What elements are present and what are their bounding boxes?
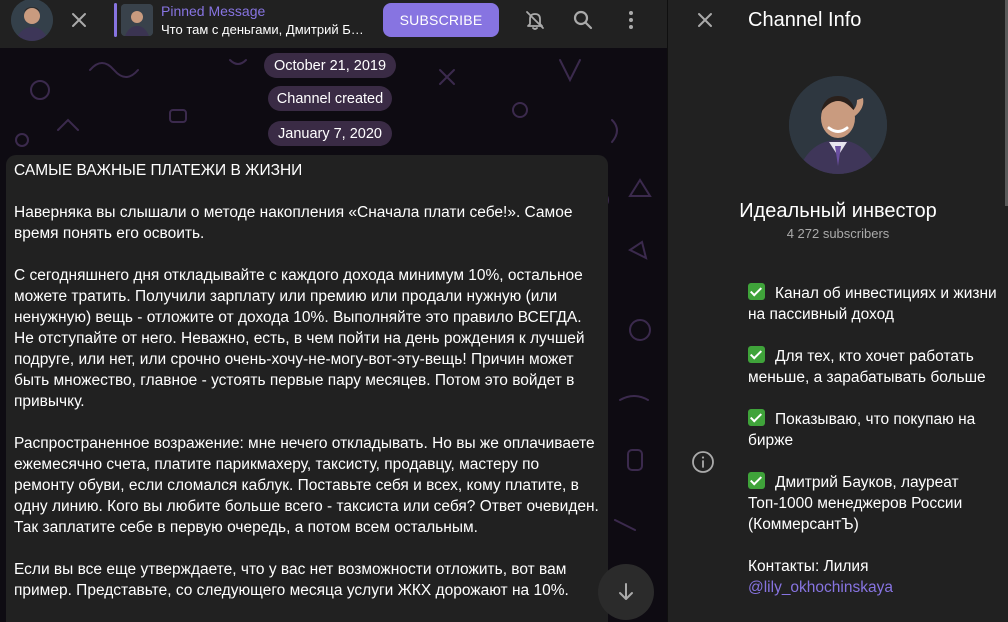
channel-avatar-image: [789, 76, 887, 174]
pinned-indicator-bar: [114, 3, 117, 37]
description-item: Дмитрий Бауков, лауреат Топ-1000 менедже…: [748, 472, 998, 535]
check-emoji-icon: [748, 346, 765, 363]
date-separator: January 7, 2020: [268, 121, 392, 146]
chat-header: Pinned Message Что там с деньгами, Дмитр…: [0, 0, 667, 48]
channel-info-panel: Channel Info Идеальный инвестор 4 272 su…: [668, 0, 1008, 622]
service-message: Channel created: [268, 86, 392, 111]
scroll-down-button[interactable]: [598, 564, 654, 620]
search-icon[interactable]: [570, 7, 596, 33]
description-item: Канал об инвестициях и жизни на пассивны…: [748, 283, 998, 325]
subscribe-button[interactable]: SUBSCRIBE: [383, 3, 499, 37]
contacts-label: Контакты: Лилия: [748, 558, 869, 575]
channel-post[interactable]: САМЫЕ ВАЖНЫЕ ПЛАТЕЖИ В ЖИЗНИ Наверняка в…: [6, 155, 608, 622]
info-icon: [690, 449, 716, 475]
date-separator: October 21, 2019: [264, 53, 396, 78]
channel-avatar-large[interactable]: [789, 76, 887, 174]
close-icon[interactable]: [66, 7, 92, 33]
post-paragraph: Наверняка вы слышали о методе накопления…: [14, 204, 573, 242]
channel-name: Идеальный инвестор: [739, 200, 937, 222]
description-text: Дмитрий Бауков, лауреат Топ-1000 менедже…: [748, 474, 963, 533]
pinned-message-thumbnail[interactable]: [121, 4, 153, 36]
description-text: Показываю, что покупаю на бирже: [748, 411, 976, 449]
post-paragraph: Если вы все еще утверждаете, что у вас н…: [14, 561, 569, 599]
channel-avatar-image: [11, 0, 53, 41]
description-text: Канал об инвестициях и жизни на пассивны…: [748, 285, 997, 323]
more-vertical-icon[interactable]: [618, 7, 644, 33]
description-item: Показываю, что покупаю на бирже: [748, 409, 998, 451]
check-emoji-icon: [748, 472, 765, 489]
chat-pane: Pinned Message Что там с деньгами, Дмитр…: [0, 0, 667, 622]
close-icon[interactable]: [692, 7, 718, 33]
channel-description: Канал об инвестициях и жизни на пассивны…: [748, 283, 998, 598]
post-title: САМЫЕ ВАЖНЫЕ ПЛАТЕЖИ В ЖИЗНИ: [14, 162, 303, 179]
description-item: Для тех, кто хочет работать меньше, а за…: [748, 346, 998, 388]
post-paragraph: Распространенное возражение: мне нечего …: [14, 435, 599, 536]
subscriber-count: 4 272 subscribers: [786, 226, 890, 241]
panel-title: Channel Info: [748, 9, 862, 31]
arrow-down-icon: [619, 583, 633, 600]
channel-avatar[interactable]: [11, 0, 53, 41]
post-paragraph: С сегодняшнего дня откладывайте с каждог…: [14, 267, 585, 410]
check-emoji-icon: [748, 409, 765, 426]
check-emoji-icon: [748, 283, 765, 300]
pinned-message-text[interactable]: Что там с деньгами, Дмитрий Бауков?: [161, 22, 365, 37]
contact-username-link[interactable]: @lily_okhochinskaya: [748, 577, 998, 598]
description-text: Для тех, кто хочет работать меньше, а за…: [748, 348, 986, 386]
bell-off-icon[interactable]: [522, 7, 548, 33]
pinned-message-label[interactable]: Pinned Message: [161, 3, 265, 19]
